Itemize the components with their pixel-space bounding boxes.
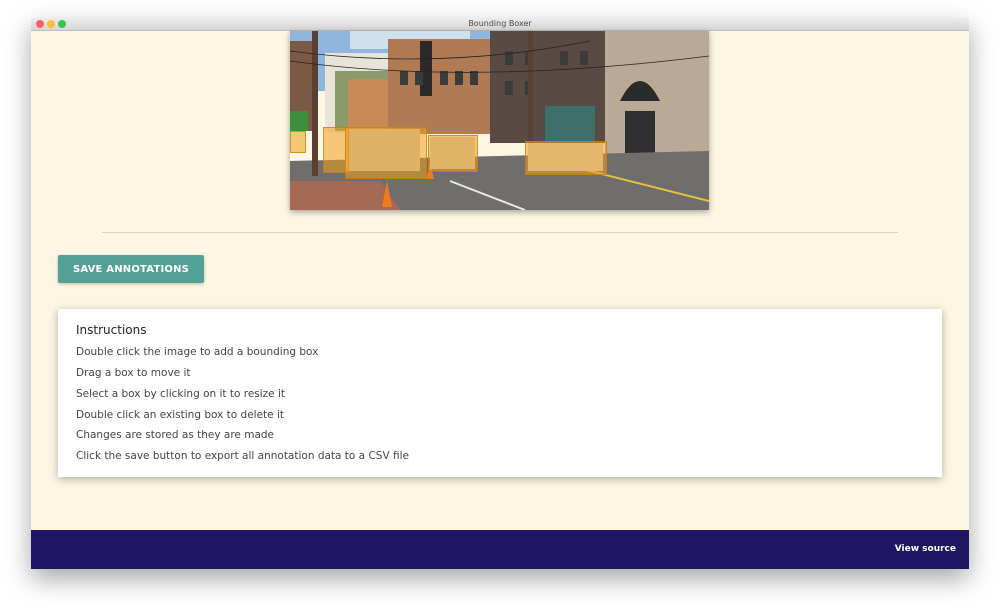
app-window: Bounding Boxer SAVE ANNOTATIONS Instruct… xyxy=(31,18,969,569)
bounding-box[interactable] xyxy=(428,135,478,172)
window-title: Bounding Boxer xyxy=(468,19,532,28)
view-source-link[interactable]: View source xyxy=(895,544,956,554)
page-content: SAVE ANNOTATIONS Instructions Double cli… xyxy=(31,31,969,530)
section-divider xyxy=(102,232,898,233)
instructions-heading: Instructions xyxy=(76,323,147,337)
title-bar: Bounding Boxer xyxy=(31,18,969,31)
instruction-item: Double click an existing box to delete i… xyxy=(76,409,284,421)
bounding-box[interactable] xyxy=(525,141,607,175)
instruction-item: Click the save button to export all anno… xyxy=(76,450,409,462)
street-photo xyxy=(290,31,709,210)
instruction-item: Changes are stored as they are made xyxy=(76,429,275,441)
instruction-item: Drag a box to move it xyxy=(76,367,191,379)
bounding-box[interactable] xyxy=(290,131,306,153)
footer-bar: View source xyxy=(31,530,969,569)
instruction-item: Select a box by clicking on it to resize… xyxy=(76,388,286,400)
instruction-item: Double click the image to add a bounding… xyxy=(76,346,319,358)
bounding-box[interactable] xyxy=(345,127,427,179)
save-annotations-button[interactable]: SAVE ANNOTATIONS xyxy=(58,255,204,283)
instructions-card: Instructions Double click the image to a… xyxy=(58,309,942,477)
annotation-image[interactable] xyxy=(290,31,709,210)
